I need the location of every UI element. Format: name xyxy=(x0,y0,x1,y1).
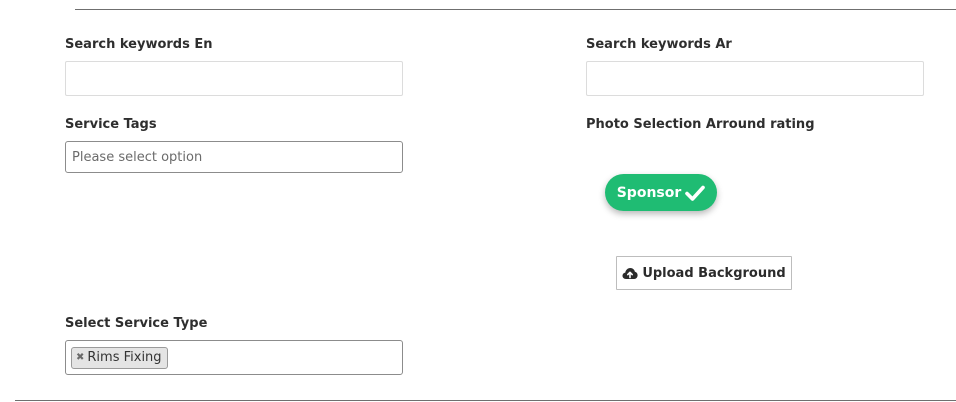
close-icon[interactable]: ✖ xyxy=(76,352,84,363)
search-keywords-en-input[interactable] xyxy=(65,61,403,96)
sponsor-button[interactable]: Sponsor xyxy=(605,174,717,211)
search-keywords-ar-input[interactable] xyxy=(586,61,924,96)
sponsor-button-label: Sponsor xyxy=(616,184,682,201)
search-keywords-en-label: Search keywords En xyxy=(65,37,213,52)
service-tags-label: Service Tags xyxy=(65,117,157,132)
photo-selection-label: Photo Selection Arround rating xyxy=(586,117,815,132)
selected-tag-chip: ✖ Rims Fixing xyxy=(71,346,168,369)
search-keywords-ar-label: Search keywords Ar xyxy=(586,37,732,52)
upload-background-button[interactable]: Upload Background xyxy=(616,256,792,290)
service-tags-select[interactable]: Please select option xyxy=(65,141,403,173)
service-tags-placeholder: Please select option xyxy=(72,149,203,165)
checkmark-icon xyxy=(685,185,706,201)
cloud-upload-icon xyxy=(622,267,638,280)
selected-tag-label: Rims Fixing xyxy=(87,350,162,365)
upload-background-label: Upload Background xyxy=(642,265,786,281)
top-divider xyxy=(75,9,956,10)
service-type-label: Select Service Type xyxy=(65,316,208,331)
bottom-divider xyxy=(15,400,956,401)
service-type-select[interactable]: ✖ Rims Fixing xyxy=(65,340,403,375)
